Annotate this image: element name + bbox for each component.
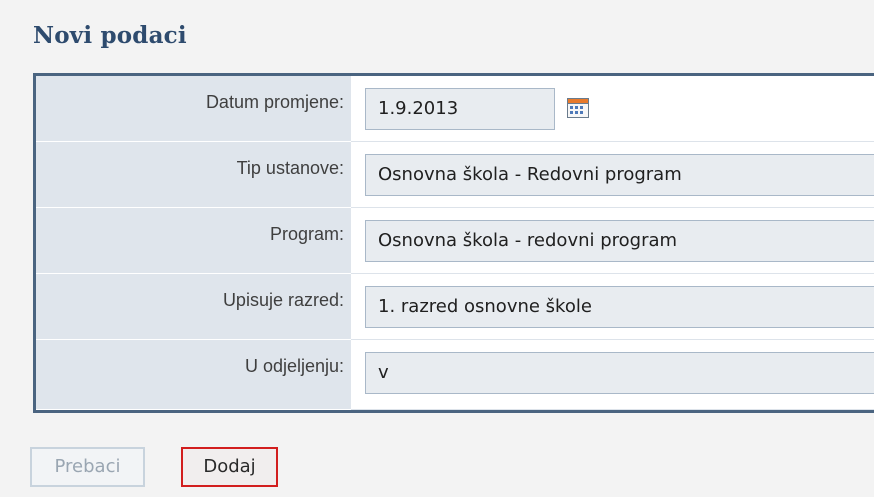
razred-label: Upisuje razred: bbox=[222, 290, 344, 310]
form-row-datum: Datum promjene: 1.9.2013 bbox=[36, 76, 874, 142]
razred-field[interactable]: 1. razred osnovne škole bbox=[365, 286, 874, 328]
dodaj-button[interactable]: Dodaj bbox=[181, 447, 278, 487]
program-field[interactable]: Osnovna škola - redovni program bbox=[365, 220, 874, 262]
datum-input[interactable]: 1.9.2013 bbox=[365, 88, 555, 130]
form-row-tip-ustanove: Tip ustanove: Osnovna škola - Redovni pr… bbox=[36, 142, 874, 208]
form-panel: Datum promjene: 1.9.2013 Tip ustanove: O… bbox=[33, 73, 874, 413]
tip-ustanove-field[interactable]: Osnovna škola - Redovni program bbox=[365, 154, 874, 196]
form-row-odjeljenje: U odjeljenju: v bbox=[36, 340, 874, 410]
form-row-razred: Upisuje razred: 1. razred osnovne škole bbox=[36, 274, 874, 340]
tip-ustanove-label: Tip ustanove: bbox=[236, 158, 344, 178]
section-title: Novi podaci bbox=[33, 22, 187, 49]
odjeljenje-field[interactable]: v bbox=[365, 352, 874, 394]
prebaci-button[interactable]: Prebaci bbox=[30, 447, 145, 487]
datum-label: Datum promjene: bbox=[205, 92, 344, 112]
calendar-icon[interactable] bbox=[567, 98, 589, 118]
program-label: Program: bbox=[269, 224, 344, 244]
odjeljenje-label: U odjeljenju: bbox=[244, 356, 344, 376]
form-row-program: Program: Osnovna škola - redovni program bbox=[36, 208, 874, 274]
